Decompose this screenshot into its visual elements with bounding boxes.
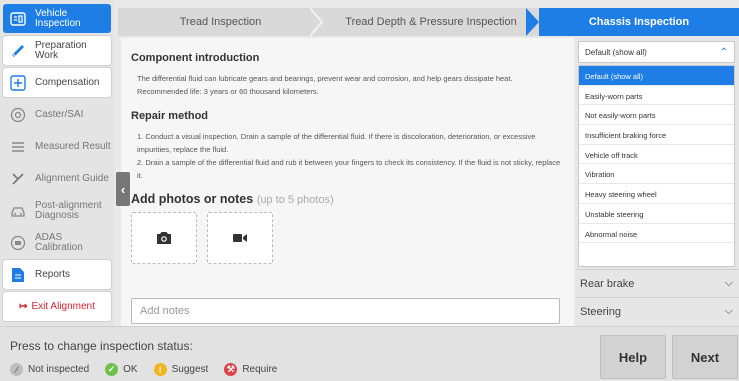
sidebar-item-preparation-work[interactable]: Preparation Work <box>3 36 111 65</box>
recommended-life: Recommended life: 3 years or 60 thousand… <box>137 87 319 96</box>
section-label: Steering <box>580 306 621 318</box>
section-rear-brake[interactable]: Rear brake ⌵ <box>576 269 739 297</box>
compensation-icon <box>9 74 27 92</box>
legend-label: Not inspected <box>28 364 90 375</box>
legend-label: OK <box>123 364 138 375</box>
tab-label: Chassis Inspection <box>588 16 690 28</box>
filter-dropdown: Default (show all) Easily-worn parts Not… <box>578 65 735 267</box>
repair-step-1: 1. Conduct a visual inspection. Drain a … <box>137 132 536 154</box>
filter-select[interactable]: Default (show all) ⌃ <box>578 41 735 63</box>
filter-option[interactable]: Insufficient braking force <box>579 125 734 145</box>
filter-option[interactable]: Heavy steering wheel <box>579 184 734 204</box>
vehicle-inspection-icon <box>9 10 27 28</box>
content-panel: Component introduction The differential … <box>121 38 574 326</box>
sidebar-item-caster-sai[interactable]: Caster/SAI <box>3 100 111 129</box>
tab-label: Tread Depth & Pressure Inspection <box>345 16 517 28</box>
sidebar-item-post-alignment-diagnosis[interactable]: Post-alignment Diagnosis <box>3 196 111 225</box>
sidebar-item-label: Post-alignment Diagnosis <box>35 199 102 221</box>
add-video-button[interactable] <box>207 212 273 264</box>
component-text: The differential fluid can lubricate gea… <box>137 74 513 83</box>
sidebar-item-label: Caster/SAI <box>35 108 84 120</box>
notes-input[interactable]: Add notes <box>131 298 560 324</box>
exit-alignment-button[interactable]: ↦ Exit Alignment <box>3 292 111 321</box>
measured-result-icon <box>9 138 27 156</box>
repair-title: Repair method <box>131 110 209 122</box>
filter-option[interactable]: Abnormal noise <box>579 224 734 244</box>
filter-option[interactable]: Vehicle off track <box>579 145 734 165</box>
video-icon <box>233 234 247 242</box>
next-label: Next <box>690 349 720 365</box>
filter-option[interactable]: Default (show all) <box>579 66 734 86</box>
exit-icon: ↦ <box>19 300 28 312</box>
status-instructions: Press to change inspection status: <box>10 339 193 353</box>
repair-step-2: 2. Drain a sample of the differential fl… <box>137 158 561 180</box>
chevron-up-icon: ⌃ <box>719 47 728 58</box>
warning-icon: ! <box>153 363 167 376</box>
filter-option[interactable]: Unstable steering <box>579 204 734 224</box>
sidebar-item-alignment-guide[interactable]: Alignment Guide <box>3 164 111 193</box>
tab-chassis-inspection[interactable]: Chassis Inspection <box>539 8 739 36</box>
filter-option[interactable]: Not easily-worn parts <box>579 105 734 126</box>
preparation-icon <box>9 42 27 60</box>
sidebar: Vehicle Inspection Preparation Work Comp… <box>0 0 114 326</box>
sidebar-item-label: Vehicle Inspection <box>35 7 81 29</box>
status-legend: ∕ Not inspected ✓ OK ! Suggest ⚒ Require <box>10 363 293 376</box>
reports-icon <box>9 266 27 284</box>
check-icon: ✓ <box>105 363 119 376</box>
section-steering[interactable]: Steering ⌵ <box>576 297 739 325</box>
exit-label: Exit Alignment <box>31 300 95 312</box>
photos-title: Add photos or notes (up to 5 photos) <box>131 192 562 206</box>
caster-icon <box>9 106 27 124</box>
camera-icon <box>157 232 171 244</box>
component-title: Component introduction <box>131 52 260 64</box>
help-button[interactable]: Help <box>600 335 666 379</box>
step-separator <box>310 8 324 36</box>
legend-suggest: ! Suggest <box>153 363 209 376</box>
sidebar-item-label: Preparation Work <box>35 39 87 61</box>
sidebar-item-compensation[interactable]: Compensation <box>3 68 111 97</box>
legend-ok: ✓ OK <box>105 363 138 376</box>
sidebar-item-reports[interactable]: Reports <box>3 260 111 289</box>
step-separator <box>526 8 539 36</box>
photo-row <box>131 212 562 264</box>
tab-tread-depth-pressure[interactable]: Tread Depth & Pressure Inspection <box>323 8 539 36</box>
chevron-left-icon: ‹ <box>120 181 126 197</box>
photos-hint: (up to 5 photos) <box>256 194 334 206</box>
sidebar-item-measured-result[interactable]: Measured Result <box>3 132 111 161</box>
collapse-panel-button[interactable]: ‹ <box>116 172 130 206</box>
chevron-down-icon: ⌵ <box>724 305 733 317</box>
add-photo-button[interactable] <box>131 212 197 264</box>
legend-label: Require <box>242 364 278 375</box>
filter-option[interactable]: Vibration <box>579 164 734 185</box>
chevron-down-icon: ⌵ <box>724 277 733 289</box>
sidebar-item-label: Alignment Guide <box>35 172 109 184</box>
sidebar-item-label: Compensation <box>35 76 100 88</box>
photos-title-text: Add photos or notes <box>131 192 254 206</box>
section-label: Rear brake <box>580 278 635 290</box>
legend-not-inspected: ∕ Not inspected <box>10 363 89 376</box>
help-label: Help <box>618 349 648 365</box>
car-icon <box>9 202 27 220</box>
sidebar-item-vehicle-inspection[interactable]: Vehicle Inspection <box>3 4 111 33</box>
legend-require: ⚒ Require <box>224 363 277 376</box>
adas-icon <box>9 234 27 252</box>
notes-placeholder: Add notes <box>140 305 190 317</box>
filter-select-value: Default (show all) <box>585 48 647 57</box>
sidebar-item-label: Measured Result <box>35 140 111 152</box>
bottom-bar: Press to change inspection status: ∕ Not… <box>0 326 739 381</box>
wrench-icon: ⚒ <box>224 363 238 376</box>
next-button[interactable]: Next <box>672 335 738 379</box>
not-inspected-icon: ∕ <box>10 363 23 376</box>
tab-label: Tread Inspection <box>179 16 262 28</box>
sidebar-item-adas-calibration[interactable]: ADAS Calibration <box>3 228 111 257</box>
step-tabs: Tread Inspection Tread Depth & Pressure … <box>118 8 739 36</box>
sidebar-item-label: Reports <box>35 268 71 280</box>
filter-option[interactable]: Easily-worn parts <box>579 86 734 106</box>
right-panel: Default (show all) ⌃ Default (show all) … <box>576 38 739 326</box>
legend-label: Suggest <box>171 364 209 375</box>
alignment-guide-icon <box>9 170 27 188</box>
tab-tread-inspection[interactable]: Tread Inspection <box>118 8 324 36</box>
sidebar-item-label: ADAS Calibration <box>35 231 83 253</box>
